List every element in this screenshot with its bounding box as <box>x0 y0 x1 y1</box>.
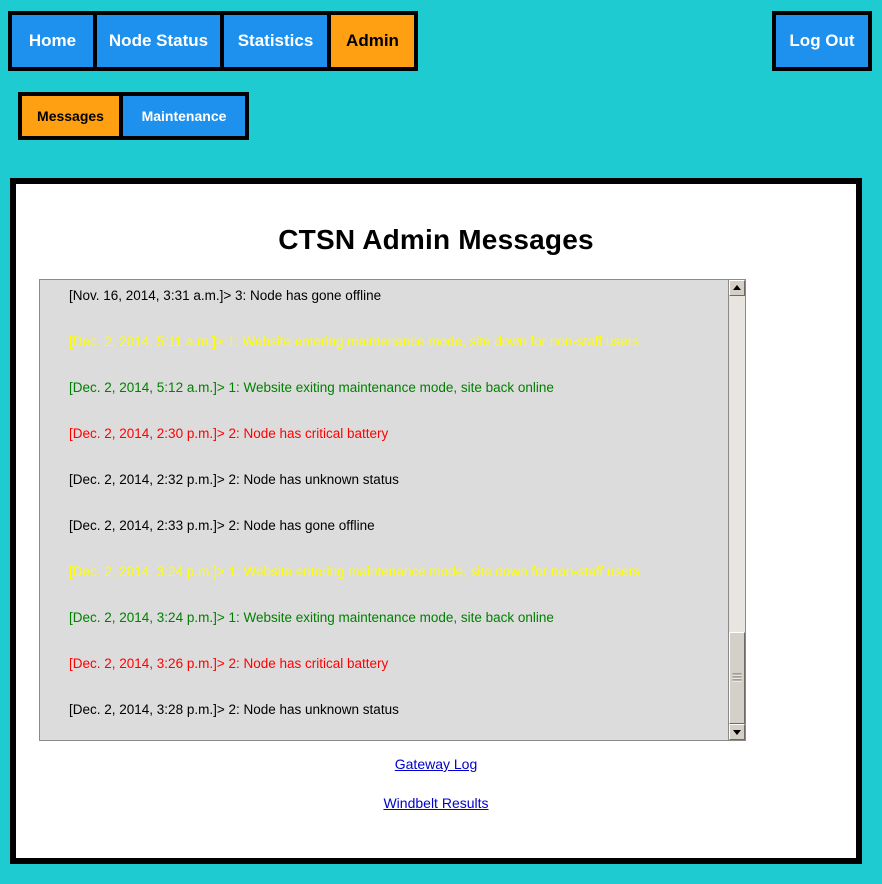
main-navigation: Home Node Status Statistics Admin <box>8 11 418 71</box>
scrollbar-track[interactable] <box>729 296 745 724</box>
scroll-up-button[interactable] <box>729 280 745 296</box>
nav-tab-home-label: Home <box>28 31 77 50</box>
list-item: [Dec. 2, 2014, 2:32 p.m.]> 2: Node has u… <box>69 472 399 487</box>
message-log-scrollbar[interactable] <box>728 280 745 740</box>
subnav-tab-maintenance[interactable]: Maintenance <box>123 96 245 136</box>
subnav-tab-messages-label: Messages <box>37 108 104 124</box>
content-panel: CTSN Admin Messages [Nov. 16, 2014, 3:31… <box>10 178 862 864</box>
list-item: [Nov. 16, 2014, 3:31 a.m.]> 3: Node has … <box>69 288 382 303</box>
windbelt-results-link[interactable]: Windbelt Results <box>383 795 488 811</box>
scrollbar-thumb[interactable] <box>729 632 745 724</box>
nav-tab-node-status[interactable]: Node Status <box>97 15 224 67</box>
logout-button-label: Log Out <box>789 31 855 50</box>
logout-button[interactable]: Log Out <box>776 15 868 67</box>
scroll-down-button[interactable] <box>729 724 745 740</box>
triangle-up-icon <box>733 285 741 290</box>
nav-tab-home[interactable]: Home <box>12 15 97 67</box>
sub-navigation: Messages Maintenance <box>18 92 249 140</box>
page-title: CTSN Admin Messages <box>278 224 594 255</box>
logout-container: Log Out <box>772 11 872 71</box>
nav-tab-admin[interactable]: Admin <box>331 15 414 67</box>
list-item: [Dec. 2, 2014, 5:11 a.m.]> 1: Website en… <box>69 334 639 349</box>
list-item: [Dec. 2, 2014, 3:24 p.m.]> 1: Website ex… <box>69 610 554 625</box>
subnav-tab-maintenance-label: Maintenance <box>141 108 227 124</box>
list-item: [Dec. 2, 2014, 3:24 p.m.]> 1: Website en… <box>69 564 640 579</box>
list-item: [Dec. 2, 2014, 2:33 p.m.]> 2: Node has g… <box>69 518 375 533</box>
subnav-tab-messages[interactable]: Messages <box>22 96 123 136</box>
list-item: [Dec. 2, 2014, 3:26 p.m.]> 2: Node has c… <box>69 656 389 671</box>
nav-tab-statistics[interactable]: Statistics <box>224 15 331 67</box>
message-log-list[interactable]: [Nov. 16, 2014, 3:31 a.m.]> 3: Node has … <box>40 280 728 740</box>
nav-tab-statistics-label: Statistics <box>237 31 314 50</box>
nav-tab-node-status-label: Node Status <box>108 31 209 50</box>
list-item: [Dec. 2, 2014, 5:12 a.m.]> 1: Website ex… <box>69 380 554 395</box>
list-item: [Dec. 2, 2014, 2:30 p.m.]> 2: Node has c… <box>69 426 389 441</box>
grip-lines-icon <box>732 673 742 683</box>
panel-links: Gateway Log Windbelt Results <box>16 756 856 834</box>
triangle-down-icon <box>733 730 741 735</box>
gateway-log-link[interactable]: Gateway Log <box>395 756 478 772</box>
list-item: [Dec. 2, 2014, 3:28 p.m.]> 2: Node has u… <box>69 702 399 717</box>
message-log-container: [Nov. 16, 2014, 3:31 a.m.]> 3: Node has … <box>39 279 746 741</box>
nav-tab-admin-label: Admin <box>346 31 399 50</box>
